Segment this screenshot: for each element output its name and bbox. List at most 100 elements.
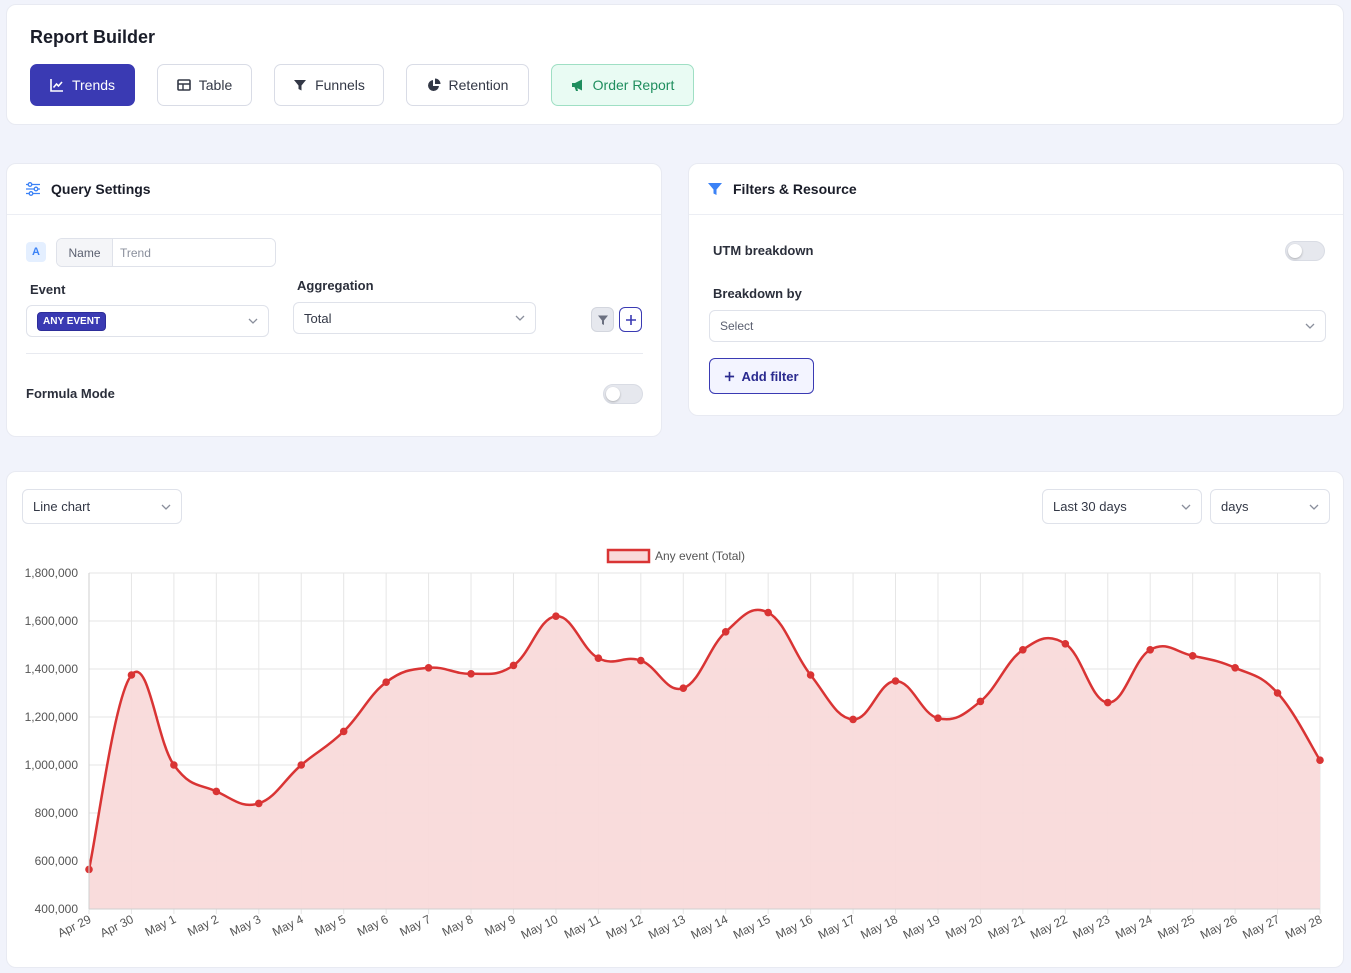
data-point xyxy=(170,761,178,769)
y-tick-label: 1,600,000 xyxy=(25,614,79,628)
tab-retention-label: Retention xyxy=(448,77,509,93)
data-point xyxy=(1273,689,1282,697)
data-point xyxy=(212,787,221,796)
query-settings-title: Query Settings xyxy=(51,181,151,197)
x-tick-label: May 24 xyxy=(1113,912,1155,942)
x-tick-label: May 13 xyxy=(646,912,688,942)
x-tick-label: May 23 xyxy=(1071,912,1113,942)
x-tick-label: May 14 xyxy=(689,912,731,942)
data-point xyxy=(382,678,390,686)
data-point xyxy=(891,677,900,685)
utm-breakdown-toggle[interactable] xyxy=(1285,241,1325,261)
legend-label: Any event (Total) xyxy=(655,549,745,563)
series-name-input[interactable] xyxy=(113,239,275,266)
formula-mode-label: Formula Mode xyxy=(26,386,115,401)
data-point xyxy=(467,670,475,678)
series-area-fill xyxy=(89,609,1320,909)
add-series-button[interactable] xyxy=(619,307,642,332)
x-tick-label: May 18 xyxy=(858,912,900,942)
funnel-icon xyxy=(294,80,307,91)
sliders-icon xyxy=(26,182,40,196)
x-tick-label: May 28 xyxy=(1283,912,1325,942)
tab-retention[interactable]: Retention xyxy=(406,64,529,106)
plus-icon xyxy=(625,314,636,325)
data-point xyxy=(127,671,136,679)
x-tick-label: May 8 xyxy=(440,912,476,939)
data-point xyxy=(679,684,688,692)
x-tick-label: May 10 xyxy=(519,912,561,942)
data-point xyxy=(1019,646,1027,654)
page-title: Report Builder xyxy=(30,27,156,47)
plus-icon xyxy=(725,371,735,381)
section-divider xyxy=(26,353,643,354)
x-tick-label: May 9 xyxy=(482,912,518,939)
data-point xyxy=(721,628,730,636)
data-point xyxy=(509,661,518,670)
add-filter-button[interactable]: Add filter xyxy=(709,358,814,394)
x-tick-label: Apr 30 xyxy=(98,912,136,940)
chevron-down-icon xyxy=(515,315,525,321)
series-name-label: Name xyxy=(57,239,113,266)
funnel-icon xyxy=(708,183,722,195)
data-point xyxy=(254,799,263,808)
order-report-button[interactable]: Order Report xyxy=(551,64,694,106)
data-point xyxy=(1231,664,1239,672)
data-point xyxy=(1146,646,1155,654)
data-point xyxy=(339,727,348,736)
funnel-icon xyxy=(597,315,608,325)
event-select[interactable]: ANY EVENT xyxy=(26,305,269,337)
x-tick-label: May 17 xyxy=(816,912,858,942)
utm-breakdown-label: UTM breakdown xyxy=(713,243,814,258)
y-tick-label: 400,000 xyxy=(35,902,79,916)
breakdown-by-label: Breakdown by xyxy=(713,286,802,301)
tab-trends[interactable]: Trends xyxy=(30,64,135,106)
chevron-down-icon xyxy=(248,318,258,324)
x-tick-label: May 26 xyxy=(1198,912,1240,942)
x-tick-label: May 7 xyxy=(397,912,433,939)
x-tick-label: May 1 xyxy=(143,912,179,939)
series-filter-button[interactable] xyxy=(591,307,614,332)
table-icon xyxy=(176,79,191,91)
x-tick-label: May 3 xyxy=(228,912,264,939)
tab-funnels[interactable]: Funnels xyxy=(274,64,384,106)
formula-mode-toggle[interactable] xyxy=(603,384,643,404)
aggregation-select[interactable]: Total xyxy=(293,302,536,334)
x-tick-label: May 22 xyxy=(1028,912,1070,942)
tab-table[interactable]: Table xyxy=(157,64,252,106)
breakdown-by-select[interactable]: Select xyxy=(709,310,1326,342)
order-report-label: Order Report xyxy=(592,77,675,93)
tab-funnels-label: Funnels xyxy=(315,77,365,93)
x-tick-label: May 5 xyxy=(312,912,348,939)
query-settings-panel: Query Settings A Name Event ANY EVENT Ag… xyxy=(6,163,662,437)
series-name-group: Name xyxy=(56,238,276,267)
x-tick-label: May 16 xyxy=(773,912,815,942)
tab-trends-label: Trends xyxy=(71,77,116,93)
x-tick-label: May 21 xyxy=(986,912,1028,942)
query-settings-header: Query Settings xyxy=(7,164,661,215)
x-tick-label: May 2 xyxy=(185,912,221,939)
y-tick-label: 600,000 xyxy=(35,854,79,868)
data-point xyxy=(424,664,433,672)
tab-table-label: Table xyxy=(198,77,233,93)
x-tick-label: May 27 xyxy=(1240,912,1282,942)
data-point xyxy=(552,612,560,620)
line-chart: 400,000 600,000 800,000 1,000,000 1,200,000 1… xyxy=(25,548,1325,942)
aggregation-value: Total xyxy=(304,310,332,326)
x-tick-label: May 4 xyxy=(270,912,306,939)
data-point xyxy=(594,654,603,662)
x-tick-label: May 20 xyxy=(943,912,985,942)
aggregation-label: Aggregation xyxy=(297,278,374,293)
y-tick-label: 1,800,000 xyxy=(25,566,79,580)
filters-panel: Filters & Resource UTM breakdown Breakdo… xyxy=(688,163,1344,416)
data-point xyxy=(1061,640,1070,648)
y-tick-label: 800,000 xyxy=(35,806,79,820)
event-label: Event xyxy=(30,282,66,297)
data-point xyxy=(764,608,772,617)
filters-header: Filters & Resource xyxy=(689,164,1343,215)
chart-panel: Line chart Last 30 days days 400,000 600,… xyxy=(6,471,1344,968)
data-point xyxy=(934,714,942,722)
filters-title: Filters & Resource xyxy=(733,181,857,197)
series-badge: A xyxy=(26,242,46,262)
toggle-knob xyxy=(1288,244,1302,258)
breakdown-by-placeholder: Select xyxy=(720,319,754,333)
